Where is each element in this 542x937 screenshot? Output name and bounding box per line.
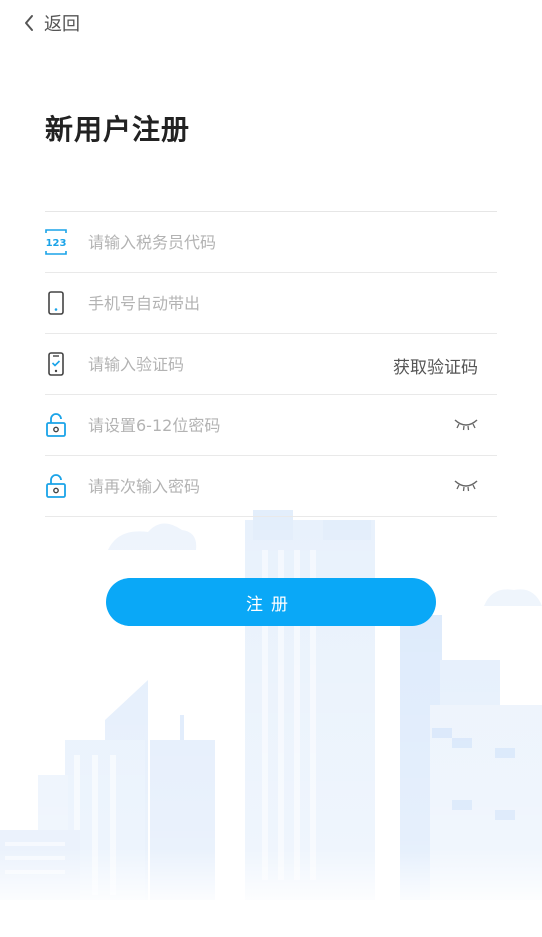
chevron-left-icon bbox=[20, 14, 38, 32]
verify-code-input[interactable] bbox=[88, 344, 368, 384]
tax-id-row: 123 bbox=[45, 212, 497, 273]
password-input[interactable] bbox=[88, 405, 368, 445]
phone-row bbox=[45, 273, 497, 334]
register-button[interactable]: 注册 bbox=[106, 578, 436, 626]
password-row bbox=[45, 395, 497, 456]
city-skyline-illustration bbox=[0, 510, 542, 910]
registration-form: 123 获取验证码 bbox=[45, 211, 497, 517]
phone-input[interactable] bbox=[88, 283, 368, 323]
confirm-password-row bbox=[45, 456, 497, 517]
top-bar: 返回 bbox=[0, 0, 542, 46]
verify-phone-icon bbox=[45, 351, 67, 377]
tax-id-input[interactable] bbox=[88, 222, 368, 262]
number-123-icon: 123 bbox=[45, 229, 67, 255]
back-button[interactable]: 返回 bbox=[20, 9, 80, 37]
eye-closed-icon[interactable] bbox=[453, 415, 479, 433]
lock-icon bbox=[45, 473, 67, 499]
phone-icon bbox=[45, 290, 67, 316]
verify-code-row: 获取验证码 bbox=[45, 334, 497, 395]
lock-icon bbox=[45, 412, 67, 438]
back-label: 返回 bbox=[44, 14, 80, 35]
eye-closed-icon[interactable] bbox=[453, 476, 479, 494]
page-title: 新用户注册 bbox=[45, 113, 191, 146]
get-code-button[interactable]: 获取验证码 bbox=[393, 353, 478, 378]
svg-text:123: 123 bbox=[46, 238, 67, 249]
confirm-password-input[interactable] bbox=[88, 466, 368, 506]
